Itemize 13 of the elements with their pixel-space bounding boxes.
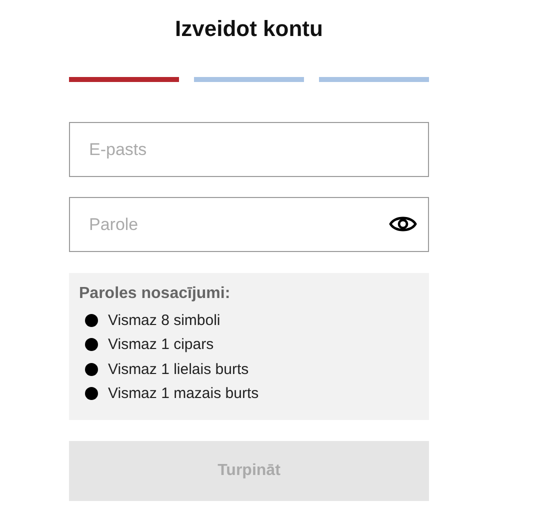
- requirement-text: Vismaz 1 lielais burts: [108, 360, 249, 378]
- requirement-text: Vismaz 1 cipars: [108, 336, 214, 354]
- requirements-heading: Paroles nosacījumi:: [79, 285, 232, 303]
- bullet-icon: [85, 314, 98, 327]
- requirement-text: Vismaz 1 mazais burts: [108, 385, 259, 402]
- bullet-icon: [85, 387, 98, 400]
- email-field[interactable]: E-pasts: [69, 122, 429, 177]
- bullet-icon: [85, 338, 98, 352]
- bullet-icon: [85, 362, 98, 376]
- show-password-icon[interactable]: [389, 214, 417, 234]
- password-field[interactable]: Parole: [69, 197, 429, 252]
- page-title: Izveidot kontu: [174, 16, 324, 42]
- requirement-text: Vismaz 8 simboli: [108, 312, 220, 329]
